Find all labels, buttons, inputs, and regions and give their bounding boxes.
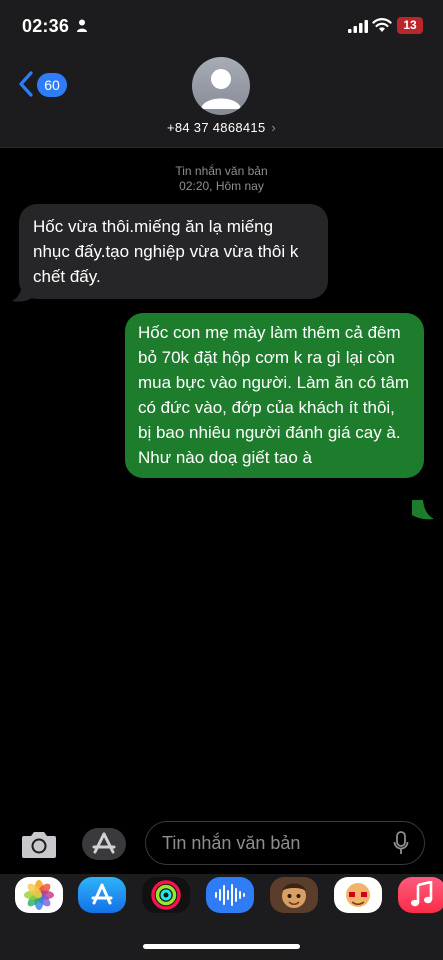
status-time: 02:36 [22,16,70,36]
wifi-icon [372,18,392,32]
status-bar: 02:36 13 [0,0,443,52]
contact-name-link[interactable]: +84 37 4868415 › [0,120,443,135]
message-input-placeholder: Tin nhắn văn bản [162,833,301,853]
outgoing-bubble-tail [412,500,434,520]
person-silhouette-icon [201,69,241,109]
microphone-icon[interactable] [393,831,409,855]
person-icon [77,19,87,32]
home-indicator[interactable] [143,944,300,949]
chevron-right-icon: › [271,120,277,135]
message-time-label: 02:20, Hôm nay [179,179,264,193]
outgoing-message-bubble[interactable]: Hốc con mẹ mày làm thêm cả đêm bỏ 70k đặ… [125,313,424,478]
contact-phone-number: +84 37 4868415 [166,120,266,135]
app-store-icon[interactable] [78,877,126,913]
memoji-icon[interactable] [270,877,318,913]
photos-icon[interactable] [15,877,63,913]
audio-message-icon[interactable] [206,877,254,913]
incoming-message-text: Hốc vừa thôi.miếng ăn lạ miếng nhục đấy.… [33,217,299,286]
music-icon[interactable] [398,877,443,913]
apps-icon[interactable] [82,828,126,860]
contact-avatar[interactable] [192,57,250,115]
message-timestamp: Tin nhắn văn bản 02:20, Hôm nay [0,164,443,194]
conversation-header: 60 +84 37 4868415 › [0,52,443,148]
animoji-icon[interactable] [334,877,382,913]
battery-level-badge: 13 [397,17,423,34]
outgoing-message-text: Hốc con mẹ mày làm thêm cả đêm bỏ 70k đặ… [138,323,410,467]
unread-count-badge[interactable]: 60 [37,73,67,97]
back-chevron-icon[interactable] [18,70,34,98]
message-input[interactable]: Tin nhắn văn bản [145,821,425,865]
cellular-signal-icon [348,20,368,33]
incoming-message-bubble[interactable]: Hốc vừa thôi.miếng ăn lạ miếng nhục đấy.… [19,204,328,299]
fitness-icon[interactable] [142,877,190,913]
message-type-label: Tin nhắn văn bản [175,164,268,178]
camera-icon[interactable] [21,829,57,859]
